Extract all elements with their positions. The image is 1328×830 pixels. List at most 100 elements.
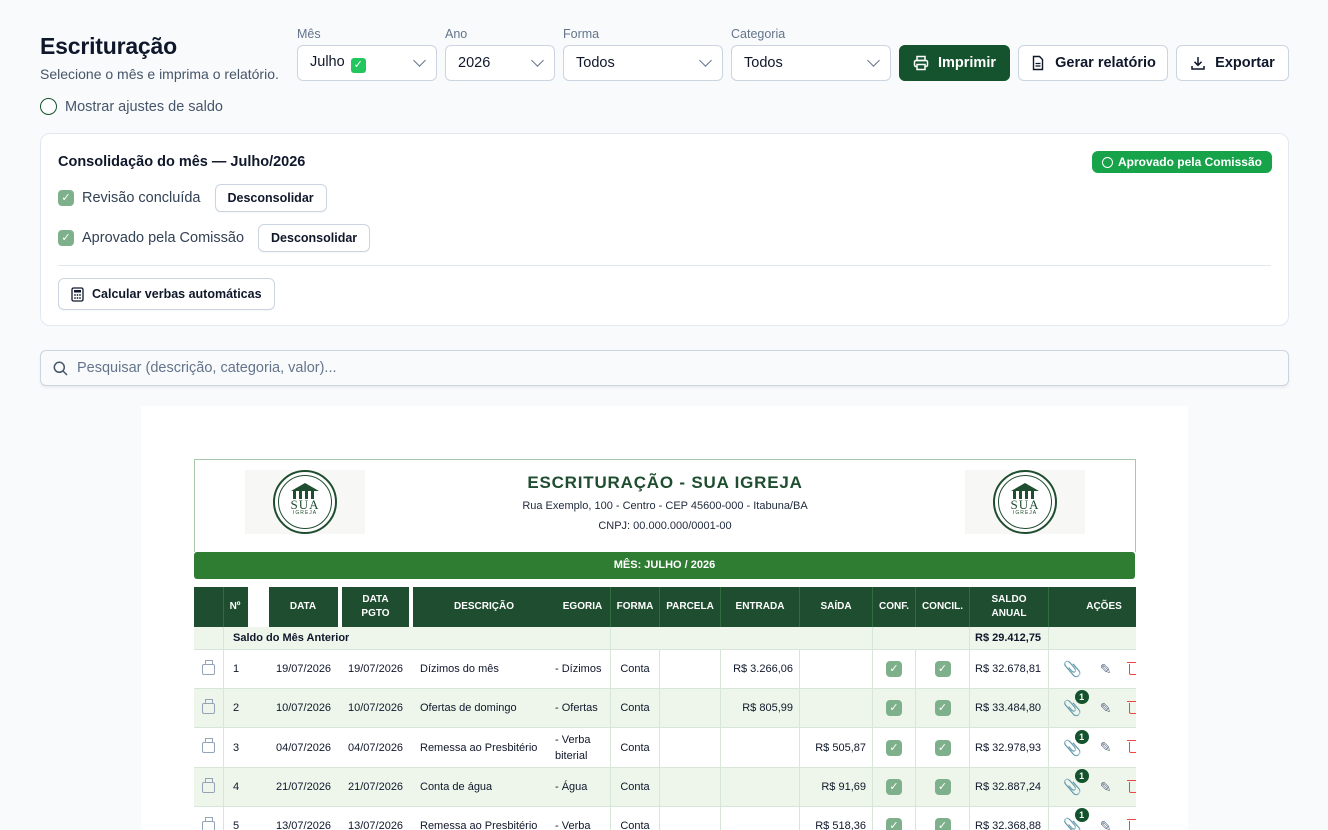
document-icon — [1032, 55, 1044, 71]
trash-icon[interactable] — [1127, 700, 1136, 714]
checkbox-checked-icon: ✓ — [886, 661, 902, 677]
month-label: Mês — [297, 27, 321, 41]
year-select[interactable]: 2026 — [445, 45, 555, 81]
search-input[interactable] — [77, 360, 1257, 376]
row-pay-date: 21/07/2026 — [348, 781, 404, 793]
row-form: Conta — [620, 781, 650, 793]
checkbox-checked-icon: ✓ — [934, 700, 951, 716]
row-balance: R$ 33.484,80 — [975, 702, 1042, 714]
concil-checkbox[interactable]: ✓ — [916, 728, 969, 767]
printer-icon — [202, 816, 215, 830]
year-filter: Ano 2026 — [445, 27, 555, 81]
calculate-label: Calcular verbas automáticas — [92, 287, 262, 301]
print-row-button[interactable] — [194, 728, 223, 767]
conf-checkbox[interactable]: ✓ — [873, 768, 915, 806]
checkbox-checked-icon: ✓ — [934, 739, 951, 756]
chevron-down-icon — [867, 54, 880, 67]
unconsolidate-approved-button[interactable]: Desconsolidar — [258, 224, 371, 252]
concil-checkbox[interactable]: ✓ — [916, 650, 969, 688]
col-balance: SALDO ANUAL — [991, 594, 1027, 619]
row-pay-date: 19/07/2026 — [348, 663, 404, 675]
row-parcel — [660, 728, 720, 767]
checkbox-checked-icon[interactable]: ✓ — [58, 230, 74, 246]
form-label: Forma — [563, 27, 600, 41]
unconsolidate-review-button[interactable]: Desconsolidar — [214, 184, 327, 212]
checkbox-checked-icon: ✓ — [934, 818, 951, 830]
review-row: ✓ Revisão concluída Desconsolidar — [58, 184, 327, 212]
edit-icon[interactable]: ✎ — [1100, 739, 1112, 756]
print-row-button[interactable] — [194, 689, 223, 727]
category-select[interactable]: Todos — [731, 45, 891, 81]
row-out: R$ 91,69 — [821, 781, 866, 793]
calculate-button[interactable]: Calcular verbas automáticas — [58, 278, 275, 310]
paperclip-icon[interactable]: 📎 — [1063, 660, 1082, 678]
table-row: 1 19/07/2026 19/07/2026 Dízimos do mês - Díz… — [194, 650, 1136, 689]
month-select[interactable]: Julho ✓ — [297, 45, 437, 81]
year-label: Ano — [445, 27, 468, 41]
row-num: 4 — [233, 781, 240, 793]
concil-checkbox[interactable]: ✓ — [916, 768, 969, 806]
checkbox-checked-icon: ✓ — [886, 739, 902, 756]
paperclip-icon[interactable]: 📎 1 — [1063, 690, 1089, 717]
checkbox-icon[interactable] — [40, 98, 57, 115]
generate-report-button[interactable]: Gerar relatório — [1018, 45, 1168, 81]
conf-checkbox[interactable]: ✓ — [873, 728, 915, 767]
row-parcel — [660, 689, 720, 727]
row-form: Conta — [620, 702, 650, 714]
row-date: 21/07/2026 — [276, 781, 332, 793]
calculator-icon — [71, 286, 84, 302]
concil-checkbox[interactable]: ✓ — [916, 807, 969, 830]
paperclip-icon[interactable]: 📎 1 — [1063, 729, 1089, 757]
status-badge: Aprovado pela Comissão — [1091, 151, 1272, 173]
row-in — [721, 728, 799, 767]
edit-icon[interactable]: ✎ — [1100, 661, 1112, 678]
row-num: 2 — [233, 702, 240, 714]
edit-icon[interactable]: ✎ — [1100, 700, 1112, 717]
row-description: Conta de água — [420, 781, 493, 793]
conf-checkbox[interactable]: ✓ — [873, 689, 915, 727]
page-title: Escrituração — [40, 33, 177, 59]
balance-adjustments-toggle[interactable]: Mostrar ajustes de saldo — [40, 98, 223, 115]
row-actions: 📎 ✎ — [1063, 650, 1136, 688]
trash-icon[interactable] — [1127, 740, 1136, 753]
table-row: 3 04/07/2026 04/07/2026 Remessa ao Presbité… — [194, 728, 1136, 768]
badge-label: Aprovado pela Comissão — [1117, 155, 1262, 169]
col-description: DESCRIÇÃO — [453, 601, 514, 612]
concil-checkbox[interactable]: ✓ — [916, 689, 969, 727]
row-pay-date: 10/07/2026 — [348, 702, 404, 714]
checkbox-checked-icon: ✓ — [886, 818, 902, 830]
print-row-button[interactable] — [194, 650, 223, 688]
form-value: Todos — [576, 55, 615, 71]
checkbox-checked-icon[interactable]: ✓ — [58, 190, 74, 206]
trash-icon[interactable] — [1127, 661, 1136, 675]
printer-icon — [202, 698, 215, 714]
review-label: Revisão concluída — [82, 190, 201, 206]
check-circle-icon — [1101, 156, 1113, 168]
paperclip-icon[interactable]: 📎 1 — [1063, 769, 1089, 796]
col-date: DATA — [289, 601, 317, 612]
conf-checkbox[interactable]: ✓ — [873, 807, 915, 830]
paperclip-icon[interactable]: 📎 1 — [1063, 808, 1089, 830]
consolidation-card: Consolidação do mês — Julho/2026 Aprovad… — [40, 133, 1289, 326]
edit-icon[interactable]: ✎ — [1100, 818, 1112, 830]
row-balance: R$ 32.978,93 — [975, 741, 1042, 754]
print-row-button[interactable] — [194, 768, 223, 806]
row-out: R$ 518,36 — [815, 820, 866, 830]
page-subtitle: Selecione o mês e imprima o relatório. — [40, 66, 279, 82]
search-bar — [40, 350, 1289, 386]
printer-icon — [913, 55, 929, 71]
form-select[interactable]: Todos — [563, 45, 723, 81]
consolidation-title: Consolidação do mês — Julho/2026 — [58, 154, 306, 170]
export-button[interactable]: Exportar — [1176, 45, 1289, 81]
conf-checkbox[interactable]: ✓ — [873, 650, 915, 688]
export-label: Exportar — [1215, 55, 1275, 71]
print-row-button[interactable] — [194, 807, 223, 830]
edit-icon[interactable]: ✎ — [1100, 779, 1112, 796]
category-filter: Categoria Todos — [731, 27, 891, 81]
trash-icon[interactable] — [1127, 818, 1136, 830]
trash-icon[interactable] — [1127, 779, 1136, 793]
print-button[interactable]: Imprimir — [899, 45, 1010, 81]
row-date: 04/07/2026 — [276, 741, 332, 754]
printer-icon — [202, 738, 215, 753]
printer-icon — [202, 777, 215, 793]
